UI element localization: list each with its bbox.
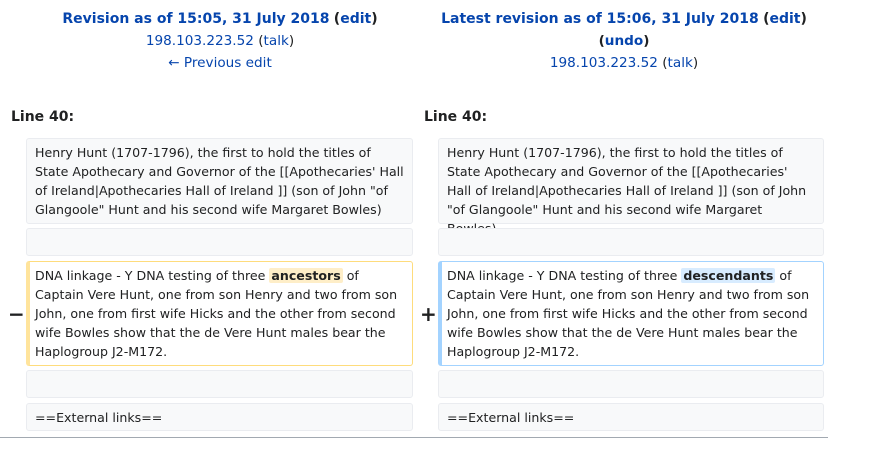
external-links-cell-right: ==External links==	[438, 403, 824, 431]
previous-edit-link[interactable]: ← Previous edit	[168, 55, 272, 71]
empty-context-cell-left-2	[26, 370, 413, 398]
empty-context-cell-left	[26, 228, 413, 256]
old-revision-header: Revision as of 15:05, 31 July 2018 (edit…	[20, 8, 420, 74]
context-cell-left: Henry Hunt (1707-1796), the first to hol…	[26, 138, 413, 224]
deleted-line-cell: DNA linkage - Y DNA testing of three anc…	[26, 261, 413, 366]
old-revision-user-line: 198.103.223.52 (talk)	[145, 33, 295, 49]
deleted-line-before: DNA linkage - Y DNA testing of three	[35, 268, 270, 283]
old-revision-title-link[interactable]: Revision as of 15:05, 31 July 2018	[62, 11, 329, 27]
new-revision-talk-link[interactable]: talk	[668, 55, 693, 71]
new-revision-title: Latest revision as of 15:06, 31 July 201…	[441, 11, 807, 27]
undo-link[interactable]: undo	[605, 33, 643, 49]
added-word: descendants	[681, 268, 776, 283]
line-number-left: Line 40:	[11, 109, 75, 125]
added-line-cell: DNA linkage - Y DNA testing of three des…	[438, 261, 824, 366]
empty-context-cell-right-2	[438, 370, 824, 398]
old-revision-title: Revision as of 15:05, 31 July 2018 (edit…	[62, 11, 378, 27]
deletion-marker: −	[8, 302, 25, 326]
new-revision-edit-link[interactable]: edit	[769, 11, 800, 27]
old-revision-user-link[interactable]: 198.103.223.52	[146, 33, 254, 49]
new-revision-user-link[interactable]: 198.103.223.52	[550, 55, 658, 71]
old-revision-edit-link[interactable]: edit	[340, 11, 371, 27]
external-links-cell-left: ==External links==	[26, 403, 413, 431]
bottom-divider	[0, 437, 828, 438]
empty-context-cell-right	[438, 228, 824, 256]
context-cell-right: Henry Hunt (1707-1796), the first to hol…	[438, 138, 824, 236]
addition-marker: +	[420, 302, 437, 326]
line-number-right: Line 40:	[424, 109, 488, 125]
new-revision-header: Latest revision as of 15:06, 31 July 201…	[418, 8, 830, 74]
new-revision-title-link[interactable]: Latest revision as of 15:06, 31 July 201…	[441, 11, 759, 27]
old-revision-talk-link[interactable]: talk	[264, 33, 289, 49]
deleted-word: ancestors	[269, 268, 343, 283]
added-line-before: DNA linkage - Y DNA testing of three	[447, 268, 682, 283]
new-revision-user-line: 198.103.223.52 (talk)	[549, 55, 699, 71]
